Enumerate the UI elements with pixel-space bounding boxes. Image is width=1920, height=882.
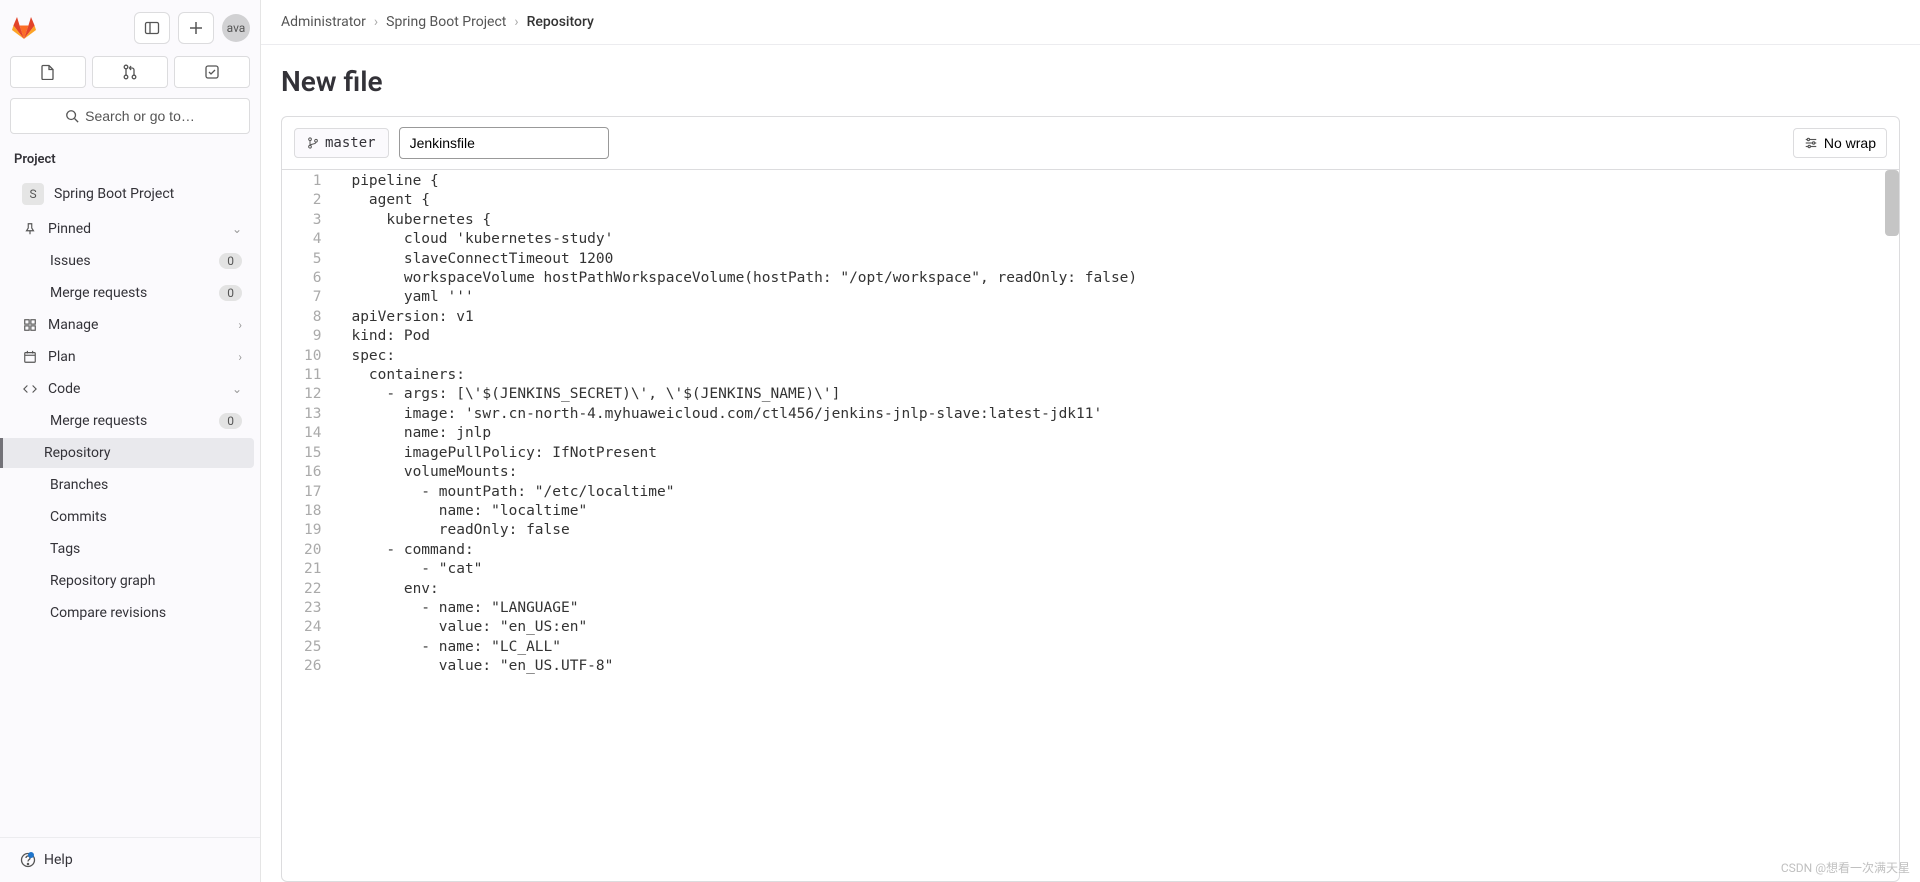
sidebar: ava Search or go to… Project S Spring Bo…	[0, 0, 261, 882]
project-heading: Project	[0, 146, 260, 175]
filename-input[interactable]	[399, 127, 609, 159]
chevron-right-icon: ›	[238, 318, 242, 332]
code-content[interactable]: pipeline { agent { kubernetes { cloud 'k…	[339, 170, 1899, 881]
sidebar-item-merge-requests-pinned[interactable]: Merge requests 0	[6, 278, 254, 308]
watermark: CSDN @想看一次满天星	[1781, 859, 1910, 876]
sidebar-item-tags[interactable]: Tags	[6, 534, 254, 564]
sidebar-item-repository[interactable]: Repository	[0, 438, 254, 468]
help-label: Help	[44, 852, 73, 868]
pinned-section[interactable]: Pinned ⌄	[6, 214, 254, 244]
sidebar-item-plan[interactable]: Plan ›	[6, 342, 254, 372]
merge-request-icon-button[interactable]	[92, 56, 168, 88]
project-name: Spring Boot Project	[54, 186, 242, 202]
chevron-down-icon: ⌄	[232, 382, 242, 396]
branch-icon	[307, 137, 319, 149]
sidebar-item-repo-graph[interactable]: Repository graph	[6, 566, 254, 596]
pin-icon	[22, 221, 38, 237]
file-icon-button[interactable]	[10, 56, 86, 88]
sidebar-item-compare[interactable]: Compare revisions	[6, 598, 254, 628]
chevron-down-icon: ⌄	[232, 222, 242, 236]
mr-pinned-badge: 0	[219, 285, 242, 301]
sidebar-item-issues[interactable]: Issues 0	[6, 246, 254, 276]
main-content: Administrator › Spring Boot Project › Re…	[261, 0, 1920, 882]
search-icon	[65, 109, 79, 123]
help-link[interactable]: Help	[0, 846, 260, 874]
breadcrumb: Administrator › Spring Boot Project › Re…	[261, 0, 1920, 45]
sidebar-item-branches[interactable]: Branches	[6, 470, 254, 500]
breadcrumb-separator: ›	[514, 14, 518, 30]
sidebar-item-manage[interactable]: Manage ›	[6, 310, 254, 340]
panel-toggle-button[interactable]	[134, 12, 170, 44]
nowrap-button[interactable]: No wrap	[1793, 128, 1887, 158]
issues-badge: 0	[219, 253, 242, 269]
chevron-right-icon: ›	[238, 350, 242, 364]
sidebar-quick-actions	[0, 52, 260, 94]
manage-icon	[22, 317, 38, 333]
code-editor[interactable]: 1234567891011121314151617181920212223242…	[282, 170, 1899, 881]
project-initial: S	[22, 183, 44, 205]
branch-selector[interactable]: master	[294, 128, 389, 158]
project-root-item[interactable]: S Spring Boot Project	[6, 176, 254, 212]
breadcrumb-administrator[interactable]: Administrator	[281, 14, 366, 30]
breadcrumb-project[interactable]: Spring Boot Project	[386, 14, 506, 30]
breadcrumb-current: Repository	[527, 14, 594, 30]
scrollbar[interactable]	[1885, 170, 1899, 236]
sidebar-item-commits[interactable]: Commits	[6, 502, 254, 532]
code-icon	[22, 381, 38, 397]
settings-icon	[1804, 136, 1818, 150]
help-notification-dot	[28, 852, 34, 858]
sidebar-item-code[interactable]: Code ⌄	[6, 374, 254, 404]
plan-icon	[22, 349, 38, 365]
add-button[interactable]	[178, 12, 214, 44]
search-button[interactable]: Search or go to…	[10, 98, 250, 134]
line-numbers: 1234567891011121314151617181920212223242…	[282, 170, 339, 881]
nowrap-label: No wrap	[1824, 135, 1876, 151]
gitlab-logo[interactable]	[10, 14, 38, 42]
breadcrumb-separator: ›	[374, 14, 378, 30]
page-title: New file	[281, 65, 1900, 98]
editor: master No wrap 1234567891011121314151617…	[281, 116, 1900, 882]
mr-code-badge: 0	[219, 413, 242, 429]
search-placeholder: Search or go to…	[85, 108, 195, 124]
avatar[interactable]: ava	[222, 14, 250, 42]
sidebar-item-merge-requests-code[interactable]: Merge requests 0	[6, 406, 254, 436]
sidebar-top: ava	[0, 0, 260, 52]
branch-name: master	[325, 135, 376, 151]
editor-header: master No wrap	[282, 117, 1899, 170]
todo-icon-button[interactable]	[174, 56, 250, 88]
